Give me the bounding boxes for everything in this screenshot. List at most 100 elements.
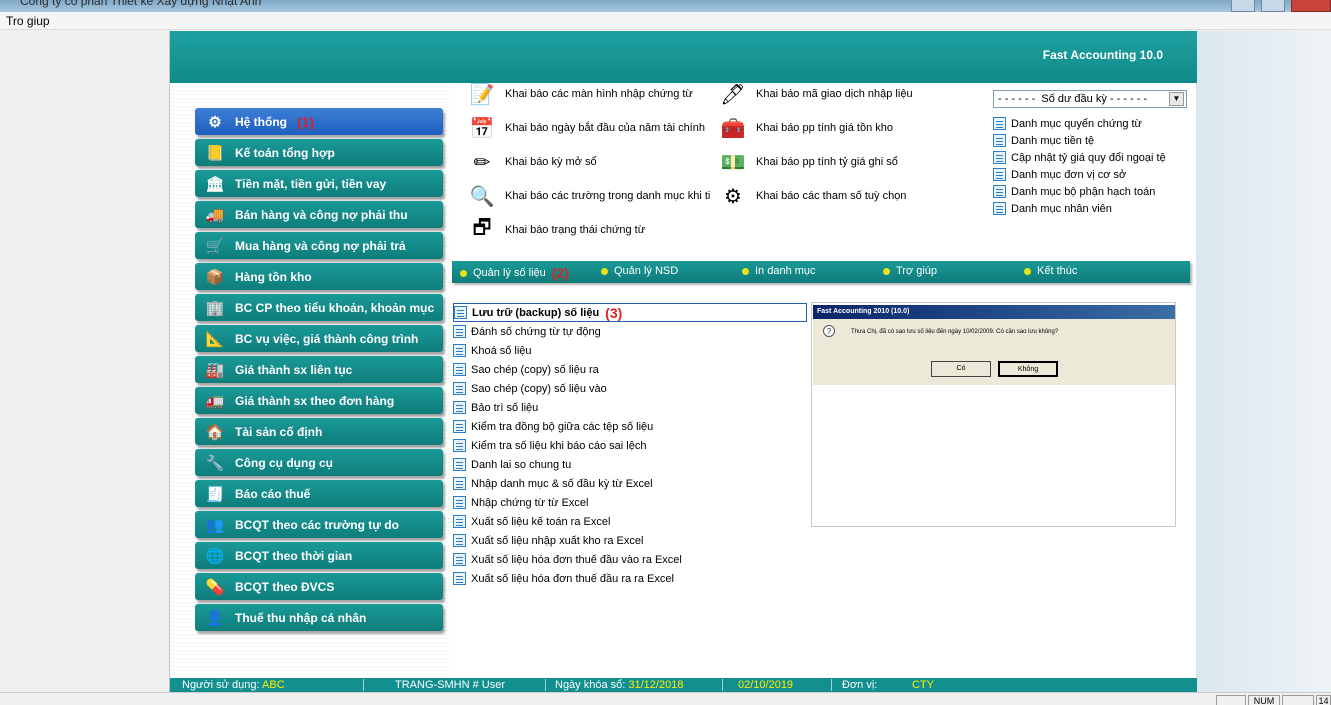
document-icon — [453, 439, 466, 452]
sidebar-item-gia-thanh-lien-tuc[interactable]: 🏭 Giá thành sx liên tục — [195, 356, 443, 383]
function-item[interactable]: Danh lai so chung tu — [453, 455, 807, 474]
document-icon — [453, 420, 466, 433]
ledger-icon: 📒 — [205, 144, 225, 162]
category-item[interactable]: Danh mục quyển chứng từ — [993, 115, 1166, 132]
construction-icon: 📐 — [205, 330, 225, 348]
config-item-ky-mo-so[interactable]: ✏ Khai báo kỳ mở sổ — [467, 147, 597, 177]
function-label: Kiểm tra đồng bộ giữa các tệp số liệu — [471, 420, 654, 433]
function-item[interactable]: Bảo trì số liệu — [453, 398, 807, 417]
function-item[interactable]: Sao chép (copy) số liệu ra — [453, 360, 807, 379]
tab-label: Quản lý số liệu — [473, 267, 546, 279]
window-titlebar: Công ty cổ phần Thiết kế Xây dựng Nhật A… — [0, 0, 1331, 12]
function-item[interactable]: Sao chép (copy) số liệu vào — [453, 379, 807, 398]
function-label: Bảo trì số liệu — [471, 401, 539, 414]
question-icon: ? — [823, 325, 835, 337]
product-name: Fast Accounting 10.0 — [1042, 48, 1163, 62]
document-icon — [453, 496, 466, 509]
sidebar-item-bao-cao-thue[interactable]: 🧾 Báo cáo thuế — [195, 480, 443, 507]
function-item[interactable]: Xuất số liệu hóa đơn thuế đầu ra ra Exce… — [453, 569, 807, 588]
category-item[interactable]: Danh mục đơn vị cơ sở — [993, 166, 1166, 183]
sidebar-item-he-thong[interactable]: ⚙ Hệ thống (1) — [195, 108, 443, 135]
config-item-label: Khai báo các màn hình nhập chứng từ — [505, 88, 693, 100]
category-item[interactable]: Danh mục nhân viên — [993, 200, 1166, 217]
status-separator — [722, 679, 723, 691]
sidebar-item-bc-vu-viec[interactable]: 📐 BC vụ việc, giá thành công trình — [195, 325, 443, 352]
close-button[interactable] — [1291, 0, 1331, 12]
function-item-backup[interactable]: Lưu trữ (backup) số liệu (3) — [453, 303, 807, 322]
category-item[interactable]: Cập nhật tỷ giá quy đổi ngoại tệ — [993, 149, 1166, 166]
category-item[interactable]: Danh mục tiền tệ — [993, 132, 1166, 149]
sidebar-item-tai-san[interactable]: 🏠 Tài sản cố định — [195, 418, 443, 445]
money-icon: 💵 — [720, 151, 746, 174]
config-item-label: Khai báo kỳ mở sổ — [505, 156, 597, 168]
function-item[interactable]: Xuất số liệu nhập xuất kho ra Excel — [453, 531, 807, 550]
sidebar-item-tien-mat[interactable]: 🏛 Tiền mặt, tiền gửi, tiền vay — [195, 170, 443, 197]
status-date-value: 02/10/2019 — [738, 679, 794, 691]
config-item-man-hinh-nhap[interactable]: 📝 Khai báo các màn hình nhập chứng từ — [467, 79, 693, 109]
config-item-tham-so[interactable]: ⚙ Khai báo các tham số tuỳ chọn — [718, 181, 906, 211]
function-item[interactable]: Kiểm tra đồng bộ giữa các tệp số liệu — [453, 417, 807, 436]
document-icon — [453, 534, 466, 547]
chevron-down-icon[interactable]: ▼ — [1169, 92, 1184, 106]
function-item[interactable]: Khoá số liệu — [453, 341, 807, 360]
config-item-ty-gia[interactable]: 💵 Khai báo pp tính tỷ giá ghi sổ — [718, 147, 898, 177]
right-background — [1196, 31, 1331, 692]
opening-balance-value: - - - - - - Số dư đầu kỳ - - - - - - — [998, 93, 1148, 105]
sidebar-item-hang-ton-kho[interactable]: 📦 Hàng tồn kho — [195, 263, 443, 290]
function-item[interactable]: Nhập danh mục & số đầu kỳ từ Excel — [453, 474, 807, 493]
tab-quan-ly-so-lieu[interactable]: Quản lý số liệu (2) — [460, 265, 569, 281]
tab-quan-ly-nsd[interactable]: Quản lý NSD — [601, 265, 678, 277]
sidebar-item-thue-tncn[interactable]: 👤 Thuế thu nhập cá nhân — [195, 604, 443, 631]
os-page-indicator: 14 — [1316, 695, 1331, 705]
sidebar-item-bcqt-truong-tu-do[interactable]: 👥 BCQT theo các trường tự do — [195, 511, 443, 538]
dialog-title: Fast Accounting 2010 (10.0) — [813, 305, 1175, 319]
boxes-icon: 🧰 — [720, 117, 746, 140]
opening-balance-select[interactable]: - - - - - - Số dư đầu kỳ - - - - - - ▼ — [993, 90, 1187, 108]
function-item[interactable]: Xuất số liệu kế toán ra Excel — [453, 512, 807, 531]
people-icon: 👥 — [205, 516, 225, 534]
sidebar-item-bcqt-dvcs[interactable]: 💊 BCQT theo ĐVCS — [195, 573, 443, 600]
tab-tro-giup[interactable]: Trợ giúp — [883, 265, 937, 277]
sidebar-item-ban-hang[interactable]: 🚚 Bán hàng và công nợ phải thu — [195, 201, 443, 228]
minimize-button[interactable] — [1231, 0, 1255, 12]
sidebar-item-label: Giá thành sx theo đơn hàng — [235, 393, 395, 408]
config-item-ma-giao-dich[interactable]: 🖊 Khai báo mã giao dịch nhập liệu — [718, 79, 912, 109]
sidebar-item-label: Hệ thống — [235, 114, 287, 129]
function-label: Xuất số liệu kế toán ra Excel — [471, 515, 611, 528]
config-item-gia-ton-kho[interactable]: 🧰 Khai báo pp tính giá tồn kho — [718, 113, 893, 143]
function-label: Đánh số chứng từ tự động — [471, 325, 601, 338]
sidebar-item-bcqt-thoi-gian[interactable]: 🌐 BCQT theo thời gian — [195, 542, 443, 569]
function-item[interactable]: Xuất số liệu hóa đơn thuế đầu vào ra Exc… — [453, 550, 807, 569]
menu-help[interactable]: Tro giup — [6, 14, 50, 28]
sidebar-item-label: Tài sản cố định — [235, 424, 323, 439]
config-item-truong-danh-muc[interactable]: 🔍 Khai báo các trường trong danh mục khi… — [467, 181, 711, 211]
maximize-button[interactable] — [1261, 0, 1285, 12]
sidebar-item-label: Hàng tồn kho — [235, 269, 312, 284]
function-item[interactable]: Nhập chứng từ từ Excel — [453, 493, 807, 512]
document-icon — [453, 515, 466, 528]
app-main: Fast Accounting 10.0 ⚙ Hệ thống (1) 📒 Kế… — [169, 31, 1197, 692]
status-current-date: 02/10/2019 — [738, 678, 793, 692]
document-icon — [453, 363, 466, 376]
config-item-trang-thai[interactable]: 🗗 Khai báo trạng thái chứng từ — [467, 215, 646, 245]
config-item-ngay-bat-dau[interactable]: 📅 Khai báo ngày bắt đầu của năm tài chín… — [467, 113, 705, 143]
category-item[interactable]: Danh mục bộ phận hạch toán — [993, 183, 1166, 200]
document-icon — [453, 477, 466, 490]
document-icon — [454, 306, 467, 319]
function-item[interactable]: Kiểm tra số liệu khi báo cáo sai lệch — [453, 436, 807, 455]
sidebar-item-bc-cp[interactable]: 🏢 BC CP theo tiểu khoản, khoản mục — [195, 294, 443, 321]
sidebar-item-mua-hang[interactable]: 🛒 Mua hàng và công nợ phải trả — [195, 232, 443, 259]
tax-report-icon: 🧾 — [205, 485, 225, 503]
sidebar-item-gia-thanh-don-hang[interactable]: 🚛 Giá thành sx theo đơn hàng — [195, 387, 443, 414]
dialog-yes-button[interactable]: Có — [931, 361, 991, 377]
bullet-icon — [460, 269, 467, 277]
sidebar-item-label: Bán hàng và công nợ phải thu — [235, 207, 408, 222]
function-item[interactable]: Đánh số chứng từ tự động — [453, 322, 807, 341]
tab-in-danh-muc[interactable]: In danh mục — [742, 265, 816, 277]
function-label: Danh lai so chung tu — [471, 458, 572, 471]
tab-ket-thuc[interactable]: Kết thúc — [1024, 265, 1077, 277]
dialog-no-button[interactable]: Không — [998, 361, 1058, 377]
sidebar-item-cong-cu[interactable]: 🔧 Công cụ dụng cụ — [195, 449, 443, 476]
sidebar-item-label: BCQT theo các trường tự do — [235, 517, 399, 532]
sidebar-item-ke-toan-tong-hop[interactable]: 📒 Kế toán tổng hợp — [195, 139, 443, 166]
